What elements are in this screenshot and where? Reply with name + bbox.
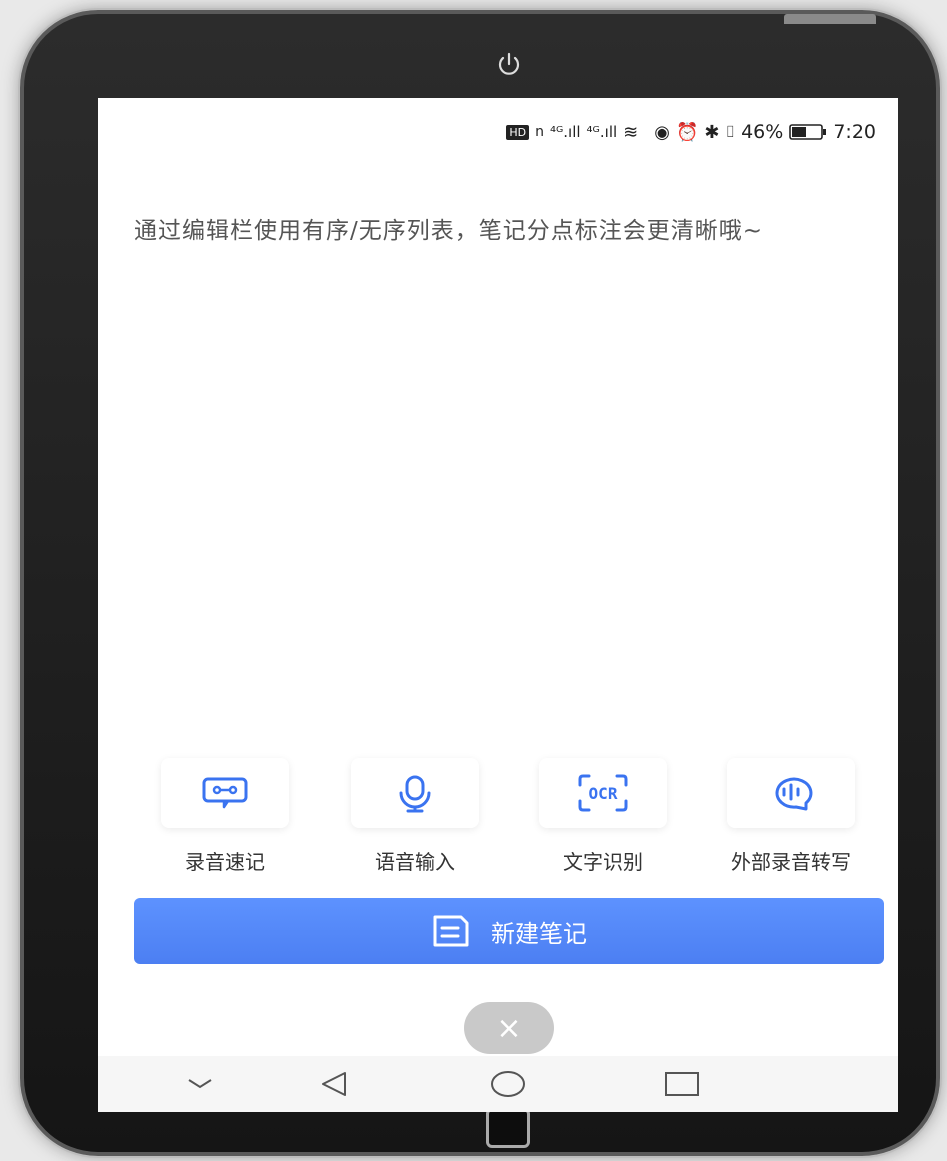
hd-icon: HD (506, 124, 530, 140)
new-note-label: 新建笔记 (491, 919, 587, 948)
close-icon: × (496, 1010, 522, 1046)
signal-4g-icon: ⁴ᴳ.ıll (586, 123, 618, 141)
clock: 7:20 (833, 121, 876, 143)
tool-voice-input[interactable]: 语音输入 (350, 758, 480, 875)
tablet-frame: HD n ⁴ᴳ.ıll ⁴ᴳ.ıll ≋ ◉ ⏰ ✱ ⌷ 46% 7:20 通过… (20, 10, 940, 1156)
navigation-bar (98, 1056, 898, 1112)
bluetooth-icon: ✱ (704, 121, 720, 143)
tool-ocr-box[interactable]: OCR (539, 758, 667, 828)
tool-external-transcribe-box[interactable] (727, 758, 855, 828)
ocr-icon: OCR (578, 774, 628, 812)
collapse-button[interactable] (180, 1066, 220, 1102)
back-icon (322, 1072, 346, 1096)
microphone-icon (399, 775, 431, 813)
audio-transcribe-icon (775, 777, 813, 811)
vibrate-icon: ⌷ (725, 122, 736, 141)
tool-external-transcribe-label: 外部录音转写 (731, 850, 851, 874)
back-button[interactable] (314, 1066, 354, 1102)
physical-home-key[interactable] (486, 1108, 530, 1148)
new-note-button[interactable]: 新建笔记 (134, 898, 884, 964)
device-side-button (784, 14, 876, 24)
alarm-icon: ⏰ (675, 121, 699, 143)
wifi-icon: ≋ (623, 121, 639, 143)
battery-icon (789, 124, 827, 140)
tool-voice-memo-box[interactable] (161, 758, 289, 828)
close-button[interactable]: × (464, 1002, 554, 1054)
home-icon (491, 1071, 525, 1097)
power-icon (498, 52, 520, 75)
tool-voice-memo-label: 录音速记 (185, 850, 265, 874)
collapse-icon (188, 1079, 212, 1089)
tool-voice-input-label: 语音输入 (375, 850, 455, 874)
tool-ocr-label: 文字识别 (563, 850, 643, 874)
screen: HD n ⁴ᴳ.ıll ⁴ᴳ.ıll ≋ ◉ ⏰ ✱ ⌷ 46% 7:20 通过… (98, 98, 898, 1112)
tool-voice-memo[interactable]: 录音速记 (160, 758, 290, 875)
tool-voice-input-box[interactable] (351, 758, 479, 828)
note-icon (433, 915, 469, 947)
svg-text:OCR: OCR (589, 784, 618, 803)
recents-icon (665, 1072, 699, 1096)
editor-hint-text[interactable]: 通过编辑栏使用有序/无序列表，笔记分点标注会更清晰哦~ (134, 218, 894, 245)
status-bar: HD n ⁴ᴳ.ıll ⁴ᴳ.ıll ≋ ◉ ⏰ ✱ ⌷ 46% 7:20 (506, 120, 876, 144)
nfc-icon: n (535, 124, 544, 140)
quick-tools: 录音速记 语音输入 OCR 文字识别 外部录音转写 (98, 758, 898, 874)
recorder-icon (202, 777, 248, 809)
tool-ocr[interactable]: OCR 文字识别 (538, 758, 668, 875)
tool-external-transcribe[interactable]: 外部录音转写 (726, 758, 856, 875)
signal-4g-icon: ⁴ᴳ.ıll (549, 123, 581, 141)
recents-button[interactable] (662, 1066, 702, 1102)
eye-icon: ◉ (654, 121, 670, 143)
home-button[interactable] (488, 1066, 528, 1102)
battery-percent: 46% (741, 121, 784, 143)
